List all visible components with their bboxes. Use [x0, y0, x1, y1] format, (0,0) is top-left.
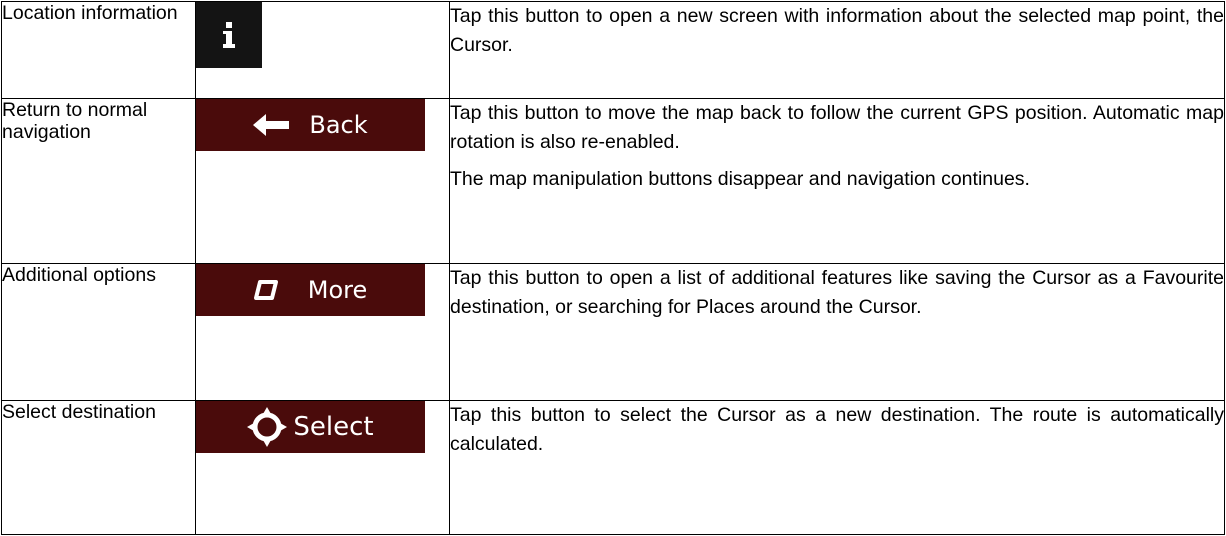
button-cell: Select — [195, 400, 450, 535]
function-label: Location information — [1, 1, 196, 99]
description-paragraph: Tap this button to open a list of additi… — [450, 267, 1224, 318]
button-cell: Back — [195, 98, 450, 264]
description: Tap this button to move the map back to … — [449, 98, 1225, 264]
description-paragraph: Tap this button to select the Cursor as … — [450, 404, 1224, 455]
table-row: Return to normal navigation Back Tap thi… — [1, 98, 1225, 264]
select-button[interactable]: Select — [196, 401, 425, 453]
description-paragraph: Tap this button to move the map back to … — [450, 102, 1224, 153]
crosshair-icon — [247, 407, 288, 447]
more-button[interactable]: More — [196, 264, 425, 316]
function-label: Return to normal navigation — [1, 98, 196, 264]
info-button[interactable] — [196, 2, 262, 68]
table-row: Location information Tap this button to … — [1, 1, 1225, 99]
more-button-label: More — [307, 276, 368, 304]
back-button[interactable]: Back — [196, 99, 425, 151]
description: Tap this button to open a new screen wit… — [449, 1, 1225, 99]
description-paragraph: The map manipulation buttons disappear a… — [450, 168, 1030, 190]
function-label: Select destination — [1, 400, 196, 535]
more-icon — [253, 280, 278, 300]
function-table: Location information Tap this button to … — [1, 1, 1225, 535]
table-row: Additional options More Tap this button … — [1, 263, 1225, 401]
button-cell: More — [195, 263, 450, 401]
back-arrow-icon — [253, 114, 290, 136]
back-button-label: Back — [309, 111, 368, 139]
description: Tap this button to select the Cursor as … — [449, 400, 1225, 535]
description-paragraph: Tap this button to open a new screen wit… — [450, 5, 1224, 56]
button-cell — [195, 1, 450, 99]
description: Tap this button to open a list of additi… — [449, 263, 1225, 401]
function-label: Additional options — [1, 263, 196, 401]
info-icon — [223, 22, 235, 48]
table-row: Select destination Select Tap this butto… — [1, 400, 1225, 535]
select-button-label: Select — [293, 412, 374, 442]
